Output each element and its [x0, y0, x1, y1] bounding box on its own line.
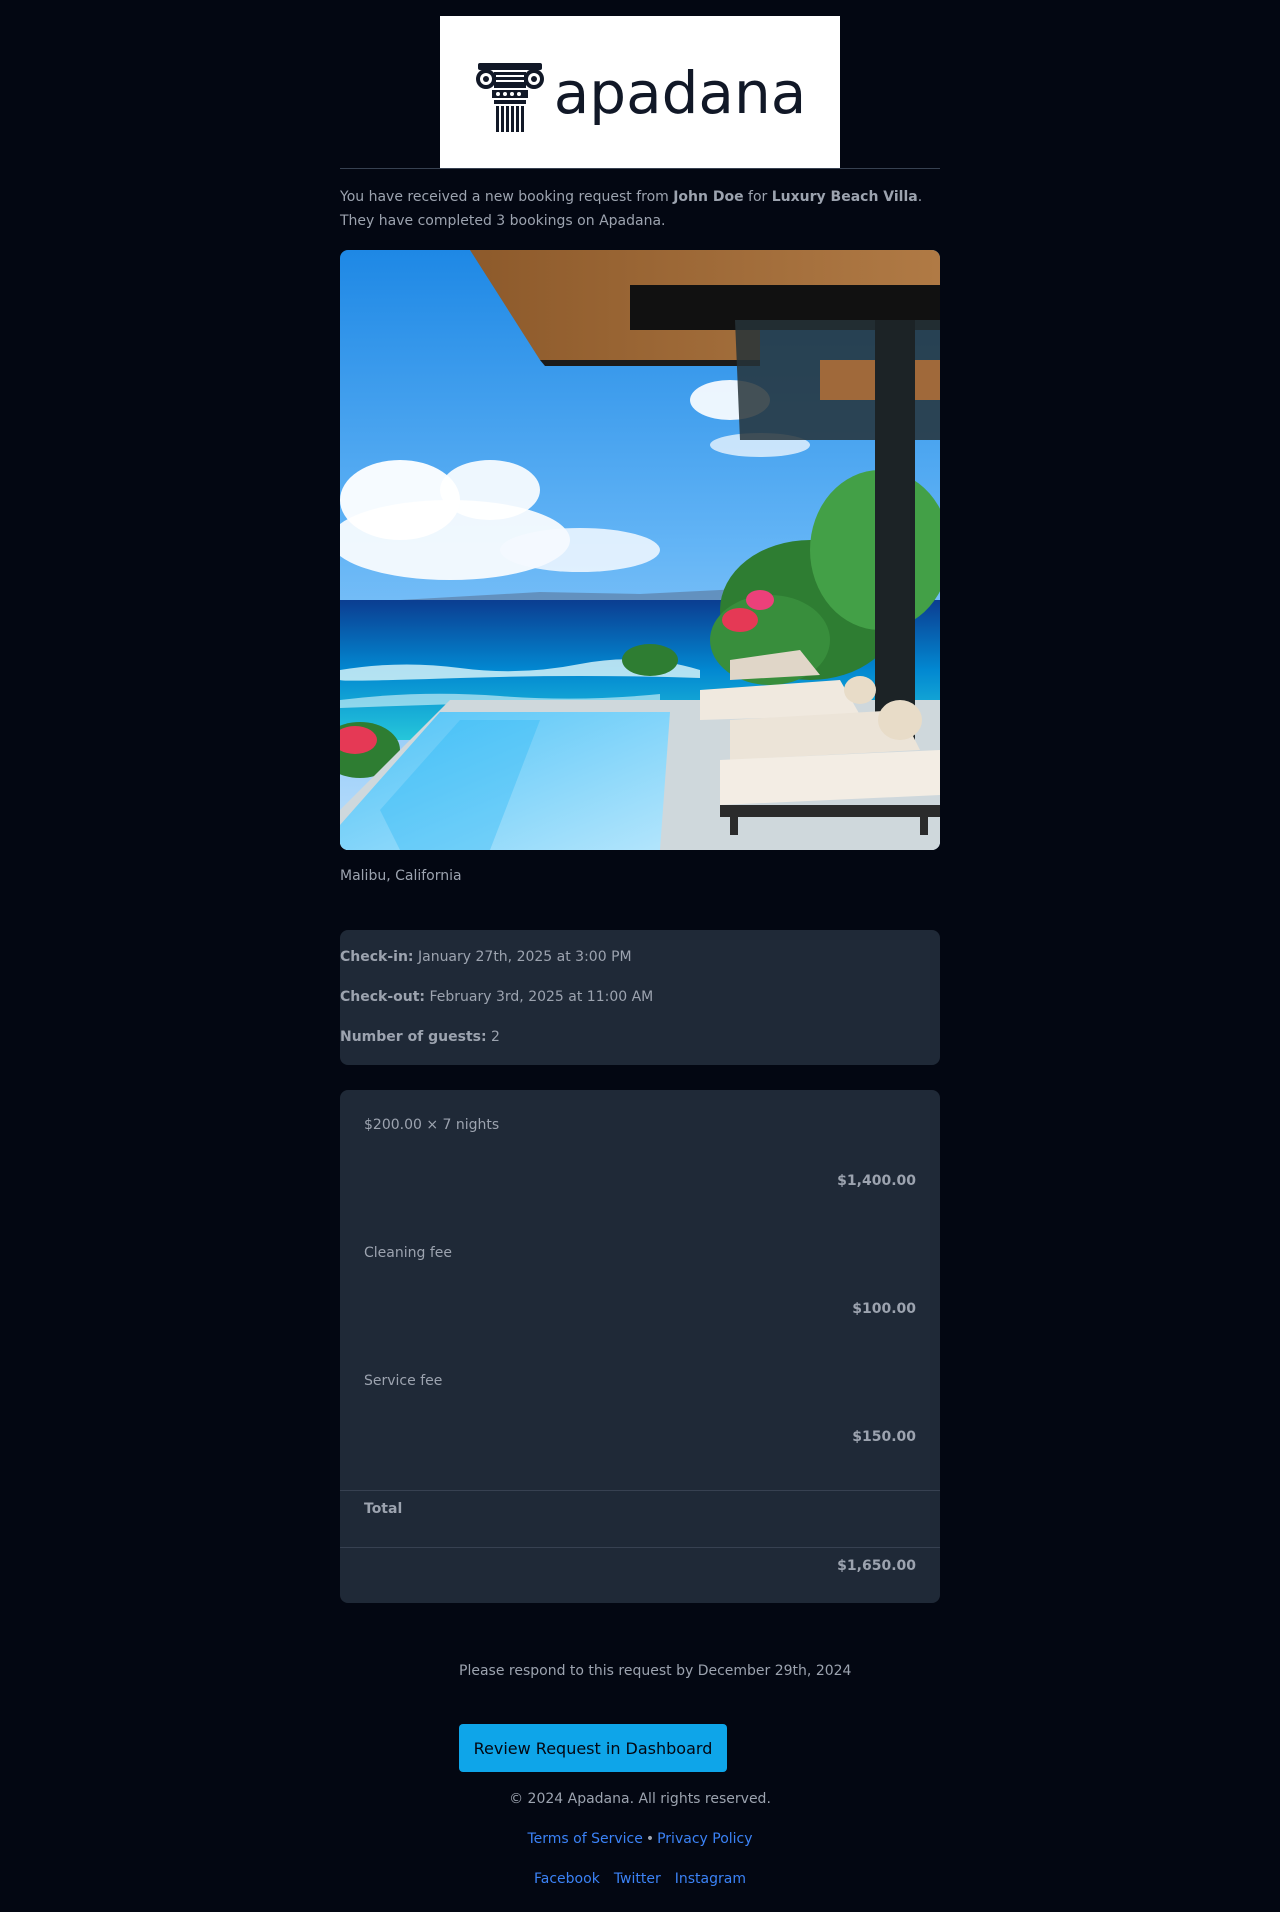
- terms-link[interactable]: Terms of Service: [527, 1831, 642, 1847]
- checkin-row: Check-in: January 27th, 2025 at 3:00 PM: [340, 949, 632, 965]
- social-links: Facebook Twitter Instagram: [0, 1871, 1280, 1887]
- twitter-link[interactable]: Twitter: [614, 1871, 661, 1887]
- privacy-link[interactable]: Privacy Policy: [657, 1831, 752, 1847]
- copyright: © 2024 Apadana. All rights reserved.: [509, 1791, 771, 1807]
- service-fee-label: Service fee: [364, 1373, 443, 1389]
- intro-text: You have received a new booking request …: [340, 185, 940, 233]
- intro-middle: for: [743, 189, 772, 205]
- review-request-button[interactable]: Review Request in Dashboard: [459, 1724, 727, 1772]
- checkin-value: January 27th, 2025 at 3:00 PM: [413, 949, 632, 965]
- service-fee-amount: $150.00: [852, 1429, 916, 1445]
- checkin-label: Check-in:: [340, 949, 414, 965]
- brand-wordmark: apadana: [553, 59, 807, 127]
- intro-prefix: You have received a new booking request …: [340, 189, 674, 205]
- nightly-rate-label: $200.00 × 7 nights: [364, 1117, 500, 1133]
- link-separator: •: [645, 1831, 655, 1847]
- logo: apadana: [474, 59, 807, 135]
- total-label: Total: [364, 1501, 403, 1517]
- ionic-column-icon: [475, 63, 544, 132]
- total-amount-divider: [340, 1547, 940, 1548]
- checkout-row: Check-out: February 3rd, 2025 at 11:00 A…: [340, 989, 653, 1005]
- cleaning-fee-amount: $100.00: [852, 1301, 916, 1317]
- guests-row: Number of guests: 2: [340, 1029, 500, 1045]
- guests-value: 2: [486, 1029, 500, 1045]
- property-image: [340, 250, 940, 850]
- total-amount: $1,650.00: [837, 1558, 916, 1574]
- total-divider: [340, 1490, 940, 1491]
- logo-banner: apadana: [440, 16, 840, 168]
- respond-deadline: Please respond to this request by Decemb…: [459, 1663, 852, 1679]
- legal-links: Terms of Service • Privacy Policy: [0, 1831, 1280, 1847]
- guests-label: Number of guests:: [340, 1029, 487, 1045]
- property-name: Luxury Beach Villa: [771, 189, 918, 205]
- facebook-link[interactable]: Facebook: [534, 1871, 600, 1887]
- guest-name: John Doe: [673, 189, 744, 205]
- property-location: Malibu, California: [340, 868, 462, 884]
- villa-pool-illustration: [340, 250, 940, 850]
- price-breakdown-card: $200.00 × 7 nights $1,400.00 Cleaning fe…: [340, 1090, 940, 1603]
- instagram-link[interactable]: Instagram: [675, 1871, 746, 1887]
- header-divider: [340, 168, 940, 169]
- checkout-label: Check-out:: [340, 989, 426, 1005]
- nightly-rate-amount: $1,400.00: [837, 1173, 916, 1189]
- checkout-value: February 3rd, 2025 at 11:00 AM: [425, 989, 654, 1005]
- stay-details-card: Check-in: January 27th, 2025 at 3:00 PM …: [340, 930, 940, 1065]
- cleaning-fee-label: Cleaning fee: [364, 1245, 452, 1261]
